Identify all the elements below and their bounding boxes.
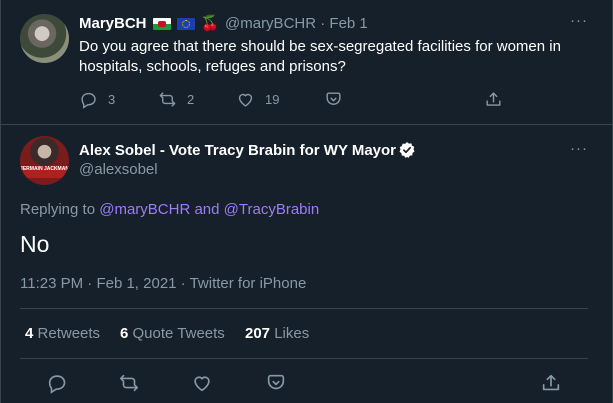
separator-dot: · [320, 15, 326, 32]
retweets-label: Retweets [37, 325, 101, 342]
tweet-meta: 11:23 PM · Feb 1, 2021 · Twitter for iPh… [20, 275, 306, 292]
separator-dot: · [87, 275, 93, 292]
tweet-actions: 3 2 19 [79, 89, 509, 109]
avatar-text: JERMAIN JACKMAN [20, 166, 69, 178]
more-options-icon[interactable]: ··· [570, 12, 588, 29]
likes-label: Likes [274, 325, 310, 342]
reply-to-link[interactable]: @maryBCHR [99, 201, 190, 218]
retweets-stat[interactable]: 4 Retweets [25, 325, 100, 342]
stats-divider-top [20, 308, 588, 309]
bookmark-icon [267, 374, 285, 390]
wales-flag-icon [152, 18, 171, 30]
reply-button[interactable] [46, 372, 70, 396]
retweet-icon [159, 91, 176, 107]
avatar[interactable]: JERMAIN JACKMAN [20, 136, 69, 185]
share-button[interactable] [484, 89, 503, 109]
bookmark-button[interactable] [324, 89, 343, 109]
reply-count: 3 [108, 91, 116, 107]
replying-prefix: Replying to [20, 201, 96, 218]
share-icon [486, 91, 501, 106]
quotes-label: Quote Tweets [132, 325, 225, 342]
heart-icon [238, 93, 253, 107]
tweet-date[interactable]: Feb 1 [329, 15, 367, 32]
retweet-icon [119, 374, 139, 392]
tweet-actions [0, 372, 613, 396]
tweet-divider [0, 124, 613, 125]
stats-divider-bottom [20, 358, 588, 359]
verified-badge-icon [399, 142, 415, 158]
replying-to: Replying to @maryBCHR and @TracyBrabin [20, 201, 319, 218]
retweet-button[interactable]: 2 [158, 89, 194, 109]
like-button[interactable] [191, 372, 215, 396]
reply-and: and [194, 201, 220, 218]
author-name[interactable]: Alex Sobel - Vote Tracy Brabin for WY Ma… [79, 142, 396, 159]
reply-icon [48, 375, 66, 394]
quote-tweets-stat[interactable]: 6 Quote Tweets [120, 325, 225, 342]
share-button[interactable] [540, 372, 564, 396]
tweet-text: Do you agree that there should be sex-se… [79, 38, 561, 75]
eu-flag-icon [176, 18, 195, 30]
retweet-count: 2 [187, 91, 195, 107]
likes-stat[interactable]: 207 Likes [245, 325, 309, 342]
tweet-time[interactable]: 11:23 PM [20, 275, 83, 292]
handle-date: @maryBCHR · Feb 1 [225, 15, 368, 32]
cherries-icon: 🍒 [200, 15, 220, 32]
bookmark-button[interactable] [265, 372, 289, 396]
avatar[interactable] [20, 14, 69, 63]
like-count: 19 [265, 91, 280, 107]
tweet-date[interactable]: Feb 1, 2021 [96, 275, 176, 292]
retweets-count: 4 [25, 325, 34, 342]
tweet-text: No [20, 231, 50, 257]
share-icon [542, 374, 560, 391]
parent-tweet[interactable]: MaryBCH 🍒 @maryBCHR · Feb 1 ··· Do you ag… [0, 0, 613, 125]
quotes-count: 6 [120, 325, 129, 342]
tweet-source[interactable]: Twitter for iPhone [190, 275, 307, 292]
heart-icon [194, 376, 210, 392]
more-options-icon[interactable]: ··· [570, 140, 588, 157]
like-button[interactable]: 19 [236, 89, 279, 109]
retweet-button[interactable] [118, 372, 142, 396]
author-name-line: MaryBCH 🍒 [79, 14, 219, 32]
bookmark-icon [326, 91, 341, 105]
author-handle[interactable]: @maryBCHR [225, 15, 316, 32]
reply-icon [81, 92, 96, 109]
likes-count: 207 [245, 325, 271, 342]
separator-dot: · [180, 275, 186, 292]
author-name[interactable]: MaryBCH [79, 15, 147, 32]
reply-button[interactable]: 3 [79, 89, 115, 109]
reply-to-link[interactable]: @TracyBrabin [224, 201, 320, 218]
author-handle[interactable]: @alexsobel [79, 161, 158, 178]
